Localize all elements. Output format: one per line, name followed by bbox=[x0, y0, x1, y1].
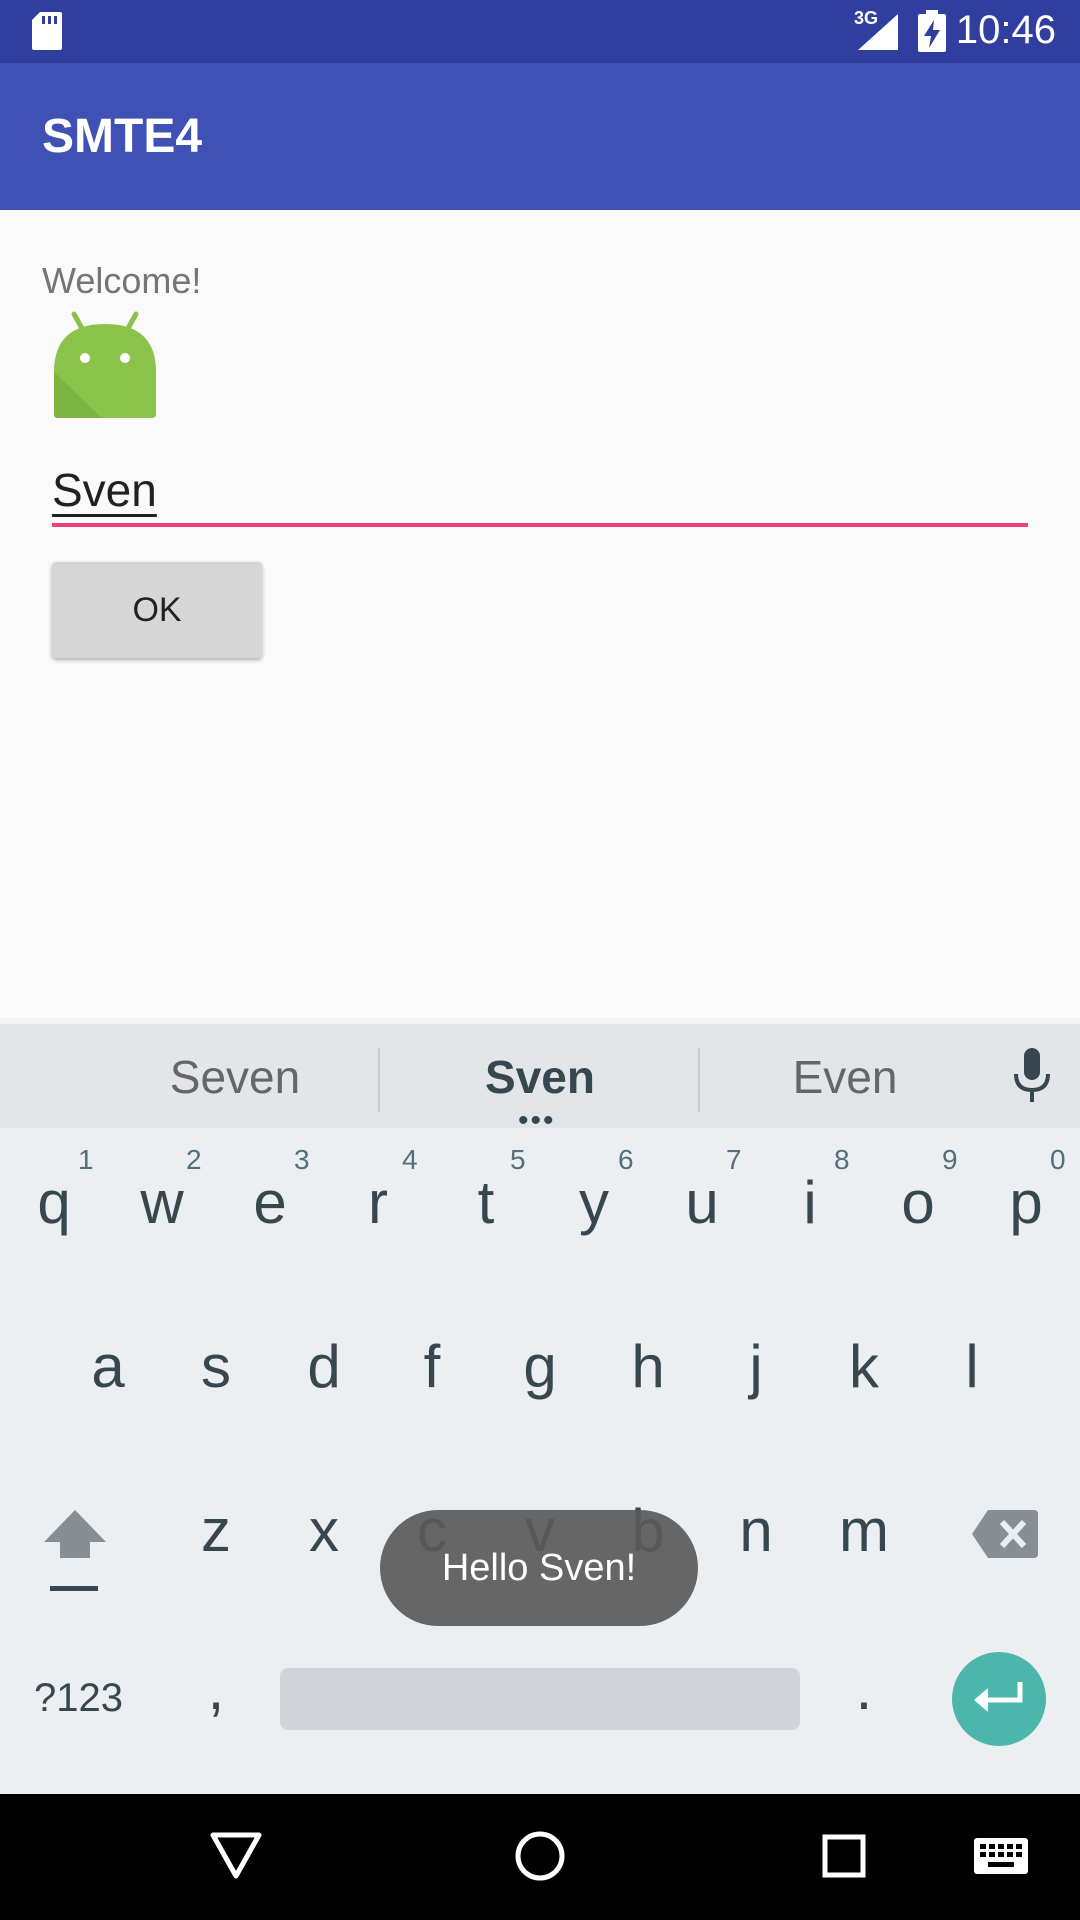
soft-keyboard: Seven Sven Even ••• q w e r t y u i o p … bbox=[0, 1018, 1080, 1794]
status-bar: 3G 10:46 bbox=[0, 0, 1080, 63]
suggestion-divider bbox=[378, 1048, 380, 1112]
recents-icon[interactable] bbox=[822, 1834, 866, 1878]
more-suggestions-icon: ••• bbox=[518, 1104, 556, 1137]
app-title: SMTE4 bbox=[42, 110, 203, 163]
input-underline bbox=[52, 523, 1028, 527]
key-d[interactable]: d bbox=[284, 1332, 364, 1401]
key-a[interactable]: a bbox=[68, 1332, 148, 1401]
ok-button[interactable]: OK bbox=[52, 562, 262, 658]
navigation-bar bbox=[0, 1794, 1080, 1920]
key-g[interactable]: g bbox=[500, 1332, 580, 1401]
key-hint-9: 9 bbox=[942, 1144, 958, 1175]
key-e[interactable]: e bbox=[230, 1168, 310, 1237]
suggestion-even[interactable]: Even bbox=[770, 1050, 920, 1104]
suggestion-sven[interactable]: Sven bbox=[460, 1050, 620, 1104]
key-q[interactable]: q bbox=[14, 1168, 94, 1237]
key-hint-5: 5 bbox=[510, 1144, 526, 1175]
keyboard-switch-icon[interactable] bbox=[974, 1838, 1028, 1874]
key-n[interactable]: n bbox=[716, 1496, 796, 1565]
suggestion-seven[interactable]: Seven bbox=[160, 1050, 310, 1104]
key-i[interactable]: i bbox=[770, 1168, 850, 1237]
key-hint-7: 7 bbox=[726, 1144, 742, 1175]
enter-icon bbox=[974, 1682, 1023, 1712]
microphone-icon[interactable] bbox=[1012, 1048, 1052, 1104]
suggestion-bar: Seven Sven Even ••• bbox=[0, 1018, 1080, 1137]
key-hint-4: 4 bbox=[402, 1144, 418, 1175]
backspace-icon[interactable] bbox=[972, 1510, 1038, 1558]
key-m[interactable]: m bbox=[824, 1496, 904, 1565]
key-period[interactable]: . bbox=[824, 1654, 904, 1723]
key-comma[interactable]: , bbox=[176, 1654, 256, 1723]
enter-key[interactable] bbox=[952, 1652, 1046, 1746]
suggestion-divider bbox=[698, 1048, 700, 1112]
app-bar: SMTE4 bbox=[0, 63, 1080, 210]
key-s[interactable]: s bbox=[176, 1332, 256, 1401]
shift-icon[interactable] bbox=[42, 1508, 108, 1594]
key-w[interactable]: w bbox=[122, 1168, 202, 1237]
key-u[interactable]: u bbox=[662, 1168, 742, 1237]
back-icon[interactable] bbox=[210, 1832, 262, 1880]
key-hint-8: 8 bbox=[834, 1144, 850, 1175]
key-hint-0: 0 bbox=[1050, 1144, 1066, 1175]
main-content: Welcome! OK bbox=[0, 210, 1080, 1018]
key-k[interactable]: k bbox=[824, 1332, 904, 1401]
key-t[interactable]: t bbox=[446, 1168, 526, 1237]
key-hint-6: 6 bbox=[618, 1144, 634, 1175]
key-f[interactable]: f bbox=[392, 1332, 472, 1401]
key-p[interactable]: p bbox=[986, 1168, 1066, 1237]
key-hint-2: 2 bbox=[186, 1144, 202, 1175]
key-l[interactable]: l bbox=[932, 1332, 1012, 1401]
key-x[interactable]: x bbox=[284, 1496, 364, 1565]
key-h[interactable]: h bbox=[608, 1332, 688, 1401]
name-input[interactable] bbox=[52, 460, 1026, 520]
sd-card-icon bbox=[32, 12, 62, 50]
key-z[interactable]: z bbox=[176, 1496, 256, 1565]
key-y[interactable]: y bbox=[554, 1168, 634, 1237]
key-o[interactable]: o bbox=[878, 1168, 958, 1237]
spacebar[interactable] bbox=[280, 1668, 800, 1730]
home-icon[interactable] bbox=[514, 1830, 566, 1882]
signal-icon bbox=[858, 14, 898, 50]
key-r[interactable]: r bbox=[338, 1168, 418, 1237]
key-hint-1: 1 bbox=[78, 1144, 94, 1175]
key-j[interactable]: j bbox=[716, 1332, 796, 1401]
toast-message: Hello Sven! bbox=[380, 1510, 698, 1626]
clock: 10:46 bbox=[955, 8, 1056, 52]
battery-charging-icon bbox=[918, 10, 946, 52]
symbols-key[interactable]: ?123 bbox=[34, 1676, 123, 1721]
welcome-text: Welcome! bbox=[42, 260, 202, 301]
android-logo-icon bbox=[54, 311, 156, 418]
key-hint-3: 3 bbox=[294, 1144, 310, 1175]
